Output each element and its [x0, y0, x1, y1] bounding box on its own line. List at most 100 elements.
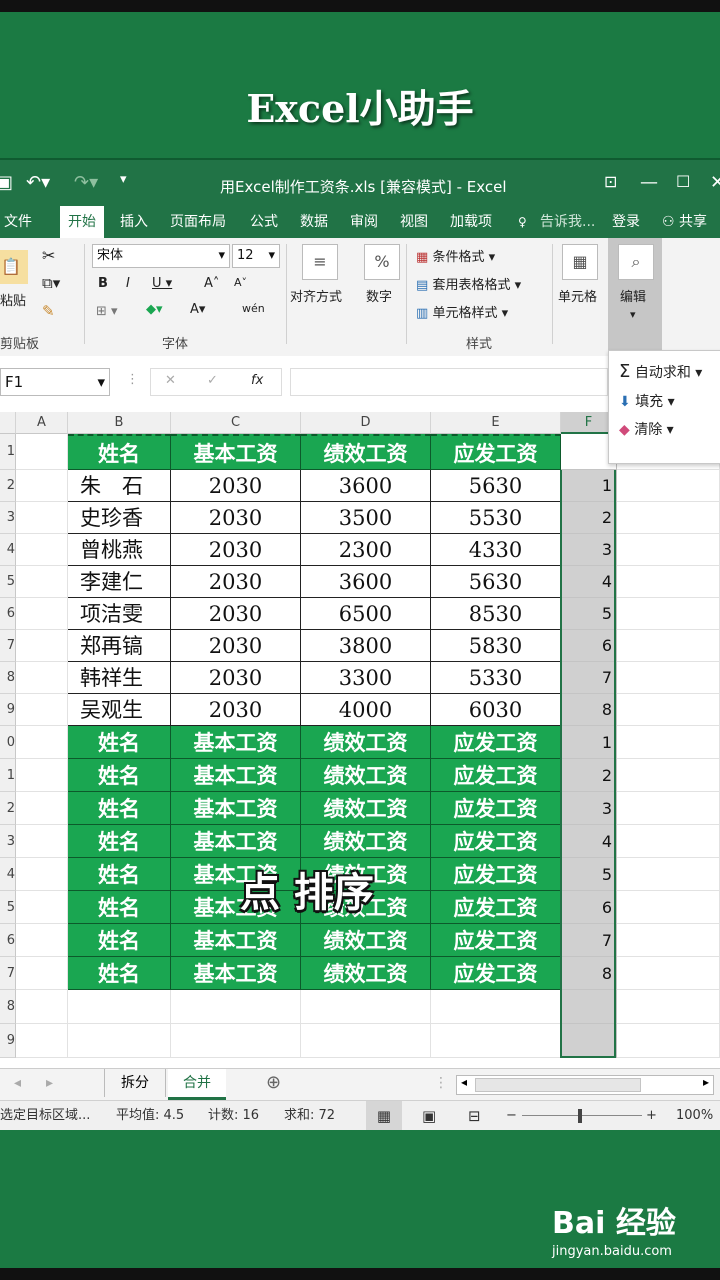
scrollbar-thumb[interactable]	[475, 1078, 641, 1092]
cells-label[interactable]: 单元格	[558, 286, 597, 305]
tell-me-input[interactable]: 告诉我...	[540, 206, 595, 238]
row-header[interactable]: 2	[0, 470, 16, 502]
cell-g[interactable]	[617, 534, 720, 566]
base-salary-cell[interactable]: 2030	[171, 694, 301, 726]
total-salary-cell[interactable]: 5330	[431, 662, 561, 694]
performance-salary-cell[interactable]: 3600	[301, 470, 431, 502]
horizontal-scrollbar[interactable]: ◂ ▸	[456, 1075, 714, 1095]
performance-salary-cell[interactable]: 2300	[301, 534, 431, 566]
copied-header-cell[interactable]: 姓名	[68, 792, 171, 825]
row-header[interactable]: 3	[0, 825, 16, 858]
zoom-level[interactable]: 100%	[676, 1101, 713, 1130]
cell-a[interactable]	[16, 1024, 68, 1058]
base-salary-cell[interactable]: 2030	[171, 662, 301, 694]
cell-g[interactable]	[617, 858, 720, 891]
copied-header-cell[interactable]: 姓名	[68, 726, 171, 759]
performance-salary-cell[interactable]: 3300	[301, 662, 431, 694]
cancel-icon[interactable]: ✕	[165, 373, 176, 388]
scroll-left-icon[interactable]: ◂	[14, 1069, 21, 1097]
cell-a[interactable]	[16, 470, 68, 502]
cell-a[interactable]	[16, 891, 68, 924]
cells-icon[interactable]: ▦	[562, 244, 598, 280]
table-format-button[interactable]: ▤ 套用表格格式 ▾	[416, 274, 521, 293]
total-salary-cell[interactable]: 5830	[431, 630, 561, 662]
row-header[interactable]: 1	[0, 434, 16, 470]
phonetic-icon[interactable]: wén	[242, 302, 265, 315]
copied-header-cell[interactable]: 基本工资	[171, 924, 301, 957]
header-cell[interactable]: 姓名	[68, 434, 171, 470]
zoom-slider-thumb[interactable]	[578, 1109, 582, 1123]
sheet-tab-merge[interactable]: 合并	[168, 1069, 226, 1100]
tab-data[interactable]: 数据	[300, 206, 328, 238]
redo-icon[interactable]: ↷▾	[74, 172, 98, 193]
copied-header-cell[interactable]: 绩效工资	[301, 726, 431, 759]
performance-salary-cell[interactable]: 3500	[301, 502, 431, 534]
empty-cell[interactable]	[431, 1024, 561, 1058]
copied-header-cell[interactable]: 应发工资	[431, 924, 561, 957]
base-salary-cell[interactable]: 2030	[171, 630, 301, 662]
copied-header-cell[interactable]: 绩效工资	[301, 792, 431, 825]
empty-cell[interactable]	[171, 1024, 301, 1058]
cell-g[interactable]	[617, 598, 720, 630]
zoom-slider[interactable]	[522, 1115, 642, 1116]
cell-a[interactable]	[16, 598, 68, 630]
cell-g[interactable]	[617, 1024, 720, 1058]
row-header[interactable]: 9	[0, 1024, 16, 1058]
performance-salary-cell[interactable]: 3600	[301, 566, 431, 598]
cell-a[interactable]	[16, 924, 68, 957]
copied-header-cell[interactable]: 基本工资	[171, 957, 301, 990]
scroll-right-icon[interactable]: ▸	[703, 1075, 709, 1089]
cell-a[interactable]	[16, 694, 68, 726]
sheet-tab-split[interactable]: 拆分	[104, 1069, 166, 1097]
empty-cell[interactable]	[171, 990, 301, 1024]
row-header[interactable]: 6	[0, 598, 16, 630]
total-salary-cell[interactable]: 5630	[431, 566, 561, 598]
row-header[interactable]: 5	[0, 566, 16, 598]
performance-salary-cell[interactable]: 3800	[301, 630, 431, 662]
cell-a[interactable]	[16, 534, 68, 566]
row-header[interactable]: 7	[0, 957, 16, 990]
row-header[interactable]: 6	[0, 924, 16, 957]
row-header[interactable]: 0	[0, 726, 16, 759]
copied-header-cell[interactable]: 基本工资	[171, 759, 301, 792]
copied-header-cell[interactable]: 应发工资	[431, 825, 561, 858]
cell-g[interactable]	[617, 662, 720, 694]
underline-icon[interactable]: U ▾	[152, 276, 172, 291]
align-label[interactable]: 对齐方式	[290, 286, 342, 305]
copied-header-cell[interactable]: 绩效工资	[301, 825, 431, 858]
total-salary-cell[interactable]: 5630	[431, 470, 561, 502]
increase-font-icon[interactable]: A˄	[204, 276, 219, 291]
tab-addins[interactable]: 加载项	[450, 206, 492, 238]
cell-a[interactable]	[16, 858, 68, 891]
cell-a[interactable]	[16, 630, 68, 662]
row-header[interactable]: 4	[0, 534, 16, 566]
autosum-item[interactable]: Σ 自动求和 ▾	[619, 361, 702, 382]
empty-cell[interactable]	[301, 990, 431, 1024]
undo-icon[interactable]: ↶▾	[26, 172, 50, 193]
base-salary-cell[interactable]: 2030	[171, 534, 301, 566]
cell-style-button[interactable]: ▥ 单元格样式 ▾	[416, 302, 508, 321]
empty-cell[interactable]	[68, 1024, 171, 1058]
cell-g[interactable]	[617, 759, 720, 792]
bold-icon[interactable]: B	[98, 276, 108, 291]
total-salary-cell[interactable]: 4330	[431, 534, 561, 566]
copied-header-cell[interactable]: 姓名	[68, 858, 171, 891]
enter-icon[interactable]: ✓	[207, 373, 218, 388]
edit-button[interactable]: ⌕ 编辑 ▾	[608, 238, 662, 350]
page-layout-view-icon[interactable]: ▣	[422, 1101, 436, 1130]
add-sheet-icon[interactable]: ⊕	[266, 1069, 281, 1097]
column-header-b[interactable]: B	[68, 412, 171, 434]
cell-g[interactable]	[617, 566, 720, 598]
name-cell[interactable]: 朱 石	[68, 470, 171, 502]
cell-g[interactable]	[617, 726, 720, 759]
maximize-icon[interactable]: ☐	[676, 172, 690, 191]
cell-a[interactable]	[16, 957, 68, 990]
select-all-corner[interactable]	[0, 412, 16, 434]
name-cell[interactable]: 项洁雯	[68, 598, 171, 630]
cell-g[interactable]	[617, 825, 720, 858]
border-icon[interactable]: ⊞ ▾	[96, 304, 118, 319]
base-salary-cell[interactable]: 2030	[171, 502, 301, 534]
copied-header-cell[interactable]: 基本工资	[171, 825, 301, 858]
copied-header-cell[interactable]: 应发工资	[431, 759, 561, 792]
font-color-icon[interactable]: A▾	[190, 302, 205, 317]
